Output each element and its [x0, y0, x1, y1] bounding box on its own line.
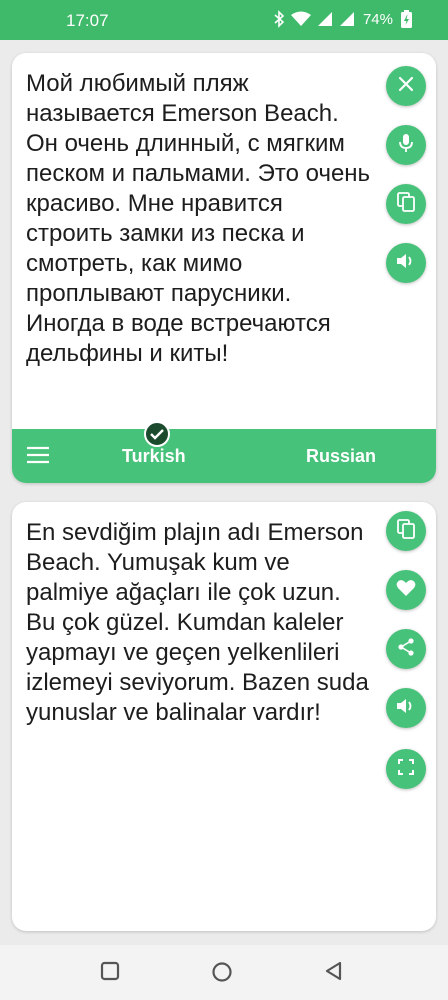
source-text[interactable]: Мой любимый пляж называется Emerson Beac… [26, 69, 376, 369]
recents-icon[interactable] [100, 961, 120, 986]
speak-translation-button[interactable] [386, 688, 426, 728]
copy-icon [397, 191, 415, 217]
speaker-icon [396, 697, 416, 720]
home-icon[interactable] [211, 961, 233, 988]
heart-icon [396, 579, 416, 602]
menu-icon[interactable] [26, 446, 50, 469]
favorite-button[interactable] [386, 570, 426, 610]
status-time: 17:07 [66, 11, 109, 30]
check-icon [144, 421, 170, 447]
signal-icon [339, 11, 355, 27]
clear-button[interactable] [386, 66, 426, 106]
signal-icon [317, 11, 333, 27]
copy-icon [397, 518, 415, 544]
share-icon [397, 637, 415, 661]
speaker-icon [396, 252, 416, 275]
wifi-icon [290, 11, 311, 27]
target-language-button[interactable]: Russian [306, 446, 376, 467]
source-language-button[interactable]: Turkish [122, 446, 186, 467]
bluetooth-icon [273, 10, 285, 28]
navigation-bar [0, 945, 448, 1000]
status-icons: 74% [273, 10, 412, 28]
fullscreen-button[interactable] [386, 749, 426, 789]
copy-translation-button[interactable] [386, 511, 426, 551]
copy-source-button[interactable] [386, 184, 426, 224]
microphone-button[interactable] [386, 125, 426, 165]
share-button[interactable] [386, 629, 426, 669]
source-card: Мой любимый пляж называется Emerson Beac… [12, 53, 436, 483]
target-card: En sevdiğim plajın adı Emerson Beach. Yu… [12, 502, 436, 931]
language-bar: Turkish Russian [12, 421, 436, 483]
battery-percent: 74% [362, 10, 393, 28]
translated-text: En sevdiğim plajın adı Emerson Beach. Yu… [26, 519, 369, 726]
fullscreen-icon [398, 758, 414, 780]
status-bar: 17:07 74% [0, 0, 448, 40]
close-icon [398, 76, 414, 97]
back-icon[interactable] [324, 961, 344, 986]
microphone-icon [398, 133, 414, 158]
battery-icon [401, 10, 412, 28]
speak-source-button[interactable] [386, 243, 426, 283]
